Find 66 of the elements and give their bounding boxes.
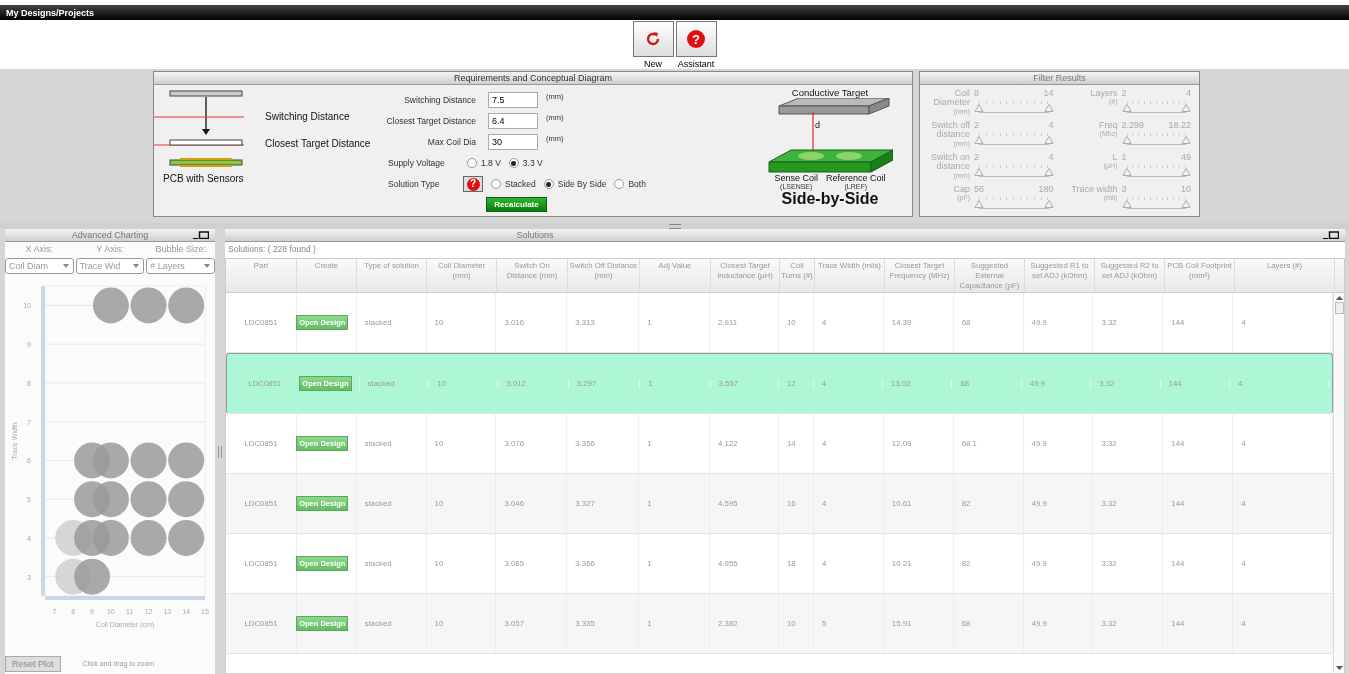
- range-max: 4: [1048, 121, 1054, 130]
- filter-label: Diameter: [933, 98, 970, 108]
- diagram-label: Conductive Target: [791, 87, 869, 98]
- filter-label: distance: [936, 162, 970, 172]
- solutions-count: Solutions: ( 228 found ): [227, 243, 317, 256]
- window-title: My Designs/Projects: [6, 7, 95, 18]
- filter-label: Trace width: [1071, 185, 1118, 195]
- filter-label: Cap: [953, 185, 970, 195]
- range-max: 14: [1043, 89, 1054, 98]
- filter-label: Layers: [1090, 89, 1118, 99]
- range-min: 2.299: [1121, 121, 1145, 130]
- input-field[interactable]: 30: [488, 134, 538, 150]
- field-label: Solution Type: [387, 179, 441, 189]
- panel-title: Requirements and Conceptual Diagram: [453, 73, 613, 83]
- diagram-label: Closest Target Distance: [265, 138, 371, 149]
- filter-label: Switch off: [931, 121, 970, 130]
- range-min: 2: [1121, 89, 1127, 98]
- range-max: 18.22: [1168, 121, 1191, 130]
- axis-selector-label: X Axis:: [24, 244, 55, 254]
- input-field[interactable]: 6.4: [488, 113, 538, 129]
- range-min: 2: [974, 153, 979, 162]
- help-icon: ?: [687, 30, 705, 48]
- range-min: 3: [1121, 185, 1127, 194]
- range-min: 56: [974, 185, 984, 194]
- diagram-label: Switching Distance: [265, 111, 350, 122]
- diagram-label: PCB with Sensors: [163, 173, 244, 184]
- reset-plot-button[interactable]: Reset Plot: [5, 656, 61, 672]
- toolbar-label: Assistant: [677, 59, 715, 69]
- panel-title: Solutions: [516, 230, 554, 240]
- range-max: 10: [1181, 185, 1191, 194]
- input-field[interactable]: 7.5: [488, 92, 538, 108]
- filter-label: Freq: [1099, 121, 1118, 131]
- panel-title: Advanced Charting: [71, 230, 149, 240]
- axis-selector-label: Bubble Size:: [154, 244, 207, 254]
- radio-label: Side By Side: [557, 179, 607, 189]
- distance-label: d: [815, 120, 820, 130]
- radio-label: Stacked: [505, 179, 536, 189]
- diagram-label: Reference Coil: [826, 174, 886, 183]
- panel-title: Filter Results: [1033, 73, 1086, 83]
- field-label: Max Coil Dia: [426, 137, 477, 147]
- dropdown[interactable]: # Layers: [146, 258, 215, 274]
- dropdown[interactable]: Coil Diam: [5, 258, 74, 274]
- range-max: 4: [1048, 153, 1054, 162]
- range-min: 1: [1121, 153, 1127, 162]
- dropdown[interactable]: Trace Wid: [75, 258, 145, 274]
- filter-label: distance: [936, 130, 970, 140]
- filter-label: Coil: [954, 89, 970, 98]
- range-min: 8: [974, 89, 979, 98]
- field-label: Supply Voltage: [387, 158, 446, 168]
- filter-label: Switch on: [930, 153, 970, 162]
- field-label: Switching Distance: [403, 95, 477, 105]
- axis-selector-label: Y Axis:: [95, 244, 125, 254]
- range-max: 180: [1038, 185, 1054, 194]
- range-max: 49: [1181, 153, 1191, 162]
- assistant-button[interactable]: ?: [675, 21, 717, 57]
- radio-label: 3.3 V: [522, 158, 543, 168]
- toolbar-label: New: [644, 59, 662, 69]
- range-max: 4: [1186, 89, 1191, 98]
- filter-label: L: [1112, 153, 1118, 163]
- diagram-label: Sense Coil: [774, 174, 818, 183]
- radio-label: Both: [628, 179, 646, 189]
- field-label: Closest Target Distance: [385, 116, 477, 126]
- radio-label: 1.8 V: [481, 158, 501, 168]
- recalculate-button[interactable]: Recalculate: [486, 197, 547, 212]
- range-min: 2: [974, 121, 979, 130]
- diagram-caption: Side-by-Side: [781, 190, 879, 208]
